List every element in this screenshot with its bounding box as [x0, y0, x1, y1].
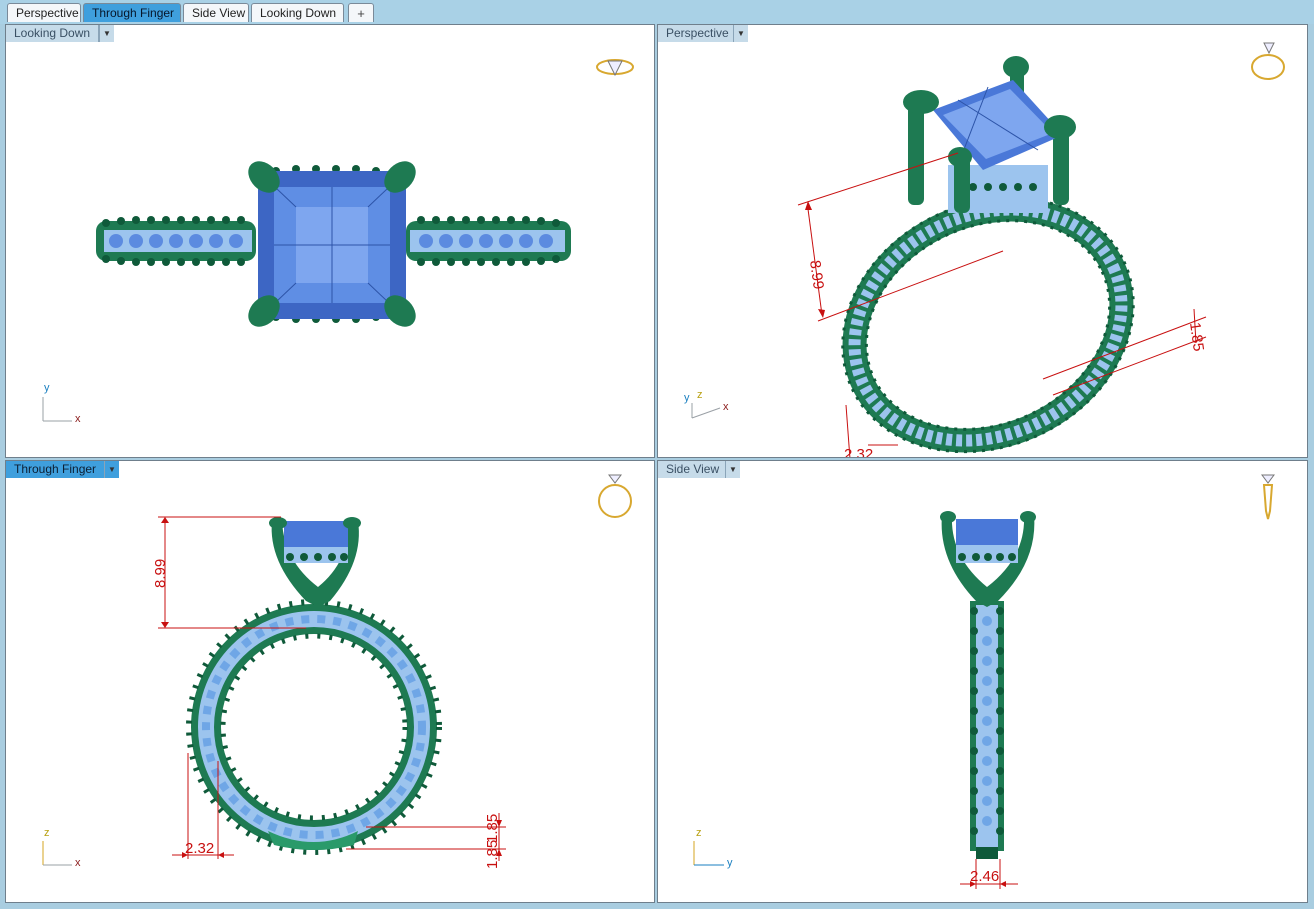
- ring-perspective-view: 8.99 1.85 2.32: [691, 56, 1207, 458]
- tab-through-finger[interactable]: Through Finger: [83, 3, 181, 22]
- ring-perspective-thumbnail-icon: [1251, 42, 1285, 80]
- ring-front-thumbnail-icon: [598, 474, 632, 518]
- dropdown-arrow-icon: ▼: [103, 29, 111, 38]
- viewport-through-finger[interactable]: 8.99 2.32 1.85 1.85 Through Finger ▼ z x: [5, 460, 655, 903]
- dimension-width-label: 2.46: [970, 868, 999, 885]
- ring-front-view: 8.99 2.32 1.85 1.85: [42, 516, 506, 869]
- dimension-thickness-top-label: 1.85: [484, 814, 501, 843]
- tab-looking-down[interactable]: Looking Down: [251, 3, 344, 22]
- dropdown-arrow-icon: ▼: [729, 465, 737, 474]
- ring-side-thumbnail-icon: [1261, 474, 1275, 520]
- tab-perspective[interactable]: Perspective: [7, 3, 81, 22]
- viewport-title[interactable]: Through Finger: [6, 461, 106, 478]
- axis-label-y: y: [44, 382, 50, 394]
- dimension-thickness-bottom-label: 1.85: [484, 840, 501, 869]
- axis-label-z: z: [44, 827, 50, 839]
- axis-label-z: z: [696, 827, 702, 839]
- viewport-menu-button[interactable]: ▼: [104, 461, 119, 478]
- viewport-perspective[interactable]: 8.99 1.85 2.32 Perspective ▼ y z x: [657, 24, 1308, 458]
- axis-label-x: x: [75, 413, 81, 425]
- dropdown-arrow-icon: ▼: [737, 29, 745, 38]
- viewport-title[interactable]: Perspective: [658, 25, 738, 42]
- viewport-title[interactable]: Side View: [658, 461, 729, 478]
- axis-label-x: x: [723, 401, 729, 413]
- viewport-tab-bar: Perspective Through Finger Side View Loo…: [0, 0, 1314, 24]
- dimension-height-label: 8.99: [152, 559, 169, 588]
- viewport-title[interactable]: Looking Down: [6, 25, 100, 42]
- viewport-menu-button[interactable]: ▼: [733, 25, 748, 42]
- axis-label-z: z: [697, 389, 703, 401]
- dimension-height-label: 8.99: [806, 259, 827, 290]
- dimension-width-label: 1.85: [1186, 321, 1207, 352]
- ring-top-view: [42, 161, 571, 422]
- dropdown-arrow-icon: ▼: [108, 465, 116, 474]
- ring-top-thumbnail-icon: [596, 59, 634, 77]
- viewport-menu-button[interactable]: ▼: [725, 461, 740, 478]
- tab-side-view[interactable]: Side View: [183, 3, 249, 22]
- plus-icon: +: [357, 6, 365, 21]
- axis-label-y: y: [727, 857, 733, 869]
- axis-label-y: y: [684, 392, 690, 404]
- viewport-looking-down[interactable]: Looking Down ▼ y x: [5, 24, 655, 458]
- axis-label-x: x: [75, 857, 81, 869]
- add-tab-button[interactable]: +: [348, 3, 374, 22]
- dimension-shank-label: 2.32: [844, 446, 873, 458]
- viewport-side-view[interactable]: 2.46 Side View ▼ z y: [657, 460, 1308, 903]
- ring-side-view: 2.46: [693, 511, 1036, 889]
- viewport-menu-button[interactable]: ▼: [99, 25, 114, 42]
- dimension-shank-label: 2.32: [185, 840, 214, 857]
